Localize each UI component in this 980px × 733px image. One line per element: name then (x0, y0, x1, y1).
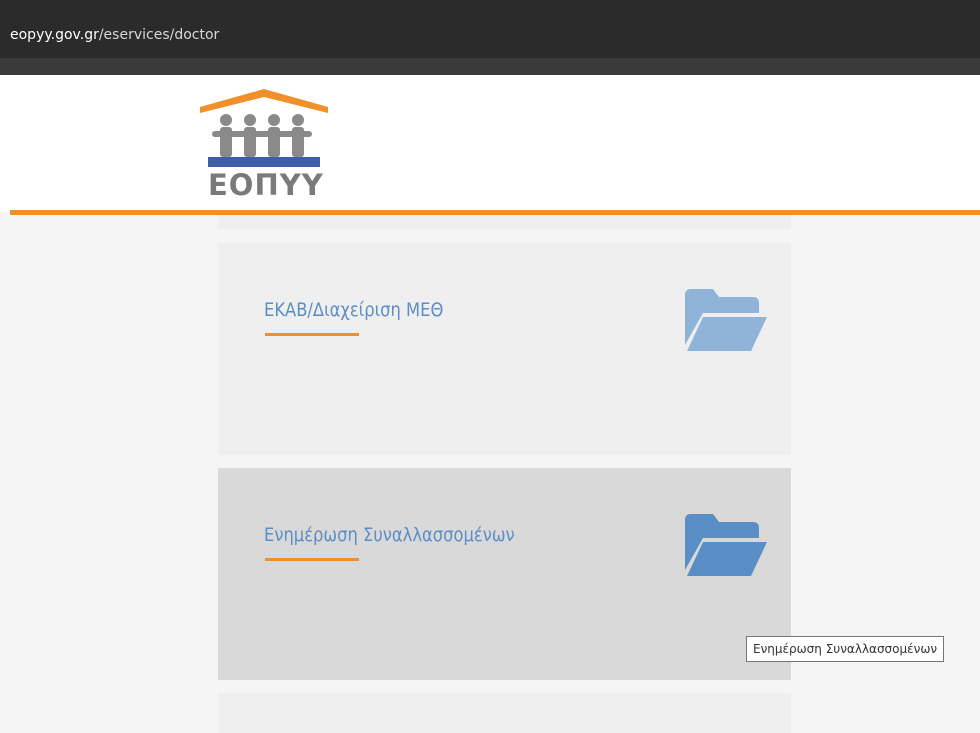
card-title[interactable]: Ενημέρωση Συναλλασσομένων (264, 524, 515, 546)
url-path: /eservices/doctor (98, 27, 220, 43)
site-header (0, 75, 980, 212)
url-text[interactable]: eopyy.gov.gr/eservices/doctor (10, 27, 219, 43)
browser-address-bar[interactable]: eopyy.gov.gr/eservices/doctor (0, 0, 980, 58)
card-title-underline (265, 558, 359, 561)
tooltip: Ενημέρωση Συναλλασσομένων (746, 636, 945, 662)
card-ekav-meth[interactable]: ΕΚΑΒ/Διαχείριση ΜΕΘ (218, 243, 791, 455)
folder-open-icon[interactable] (683, 287, 769, 353)
browser-toolbar-strip (0, 58, 980, 75)
logo-text: ΕΟΠΥΥ (208, 168, 324, 202)
folder-open-icon[interactable] (683, 512, 769, 578)
url-host: eopyy.gov.gr (10, 27, 99, 43)
card-title-underline (265, 333, 359, 336)
card-enimerosi-synallassomenon[interactable]: Ενημέρωση Συναλλασσομένων (218, 468, 791, 680)
card-next-partial[interactable] (218, 693, 791, 733)
card-title[interactable]: ΕΚΑΒ/Διαχείριση ΜΕΘ (264, 299, 443, 321)
card-previous-edge[interactable] (218, 215, 791, 229)
